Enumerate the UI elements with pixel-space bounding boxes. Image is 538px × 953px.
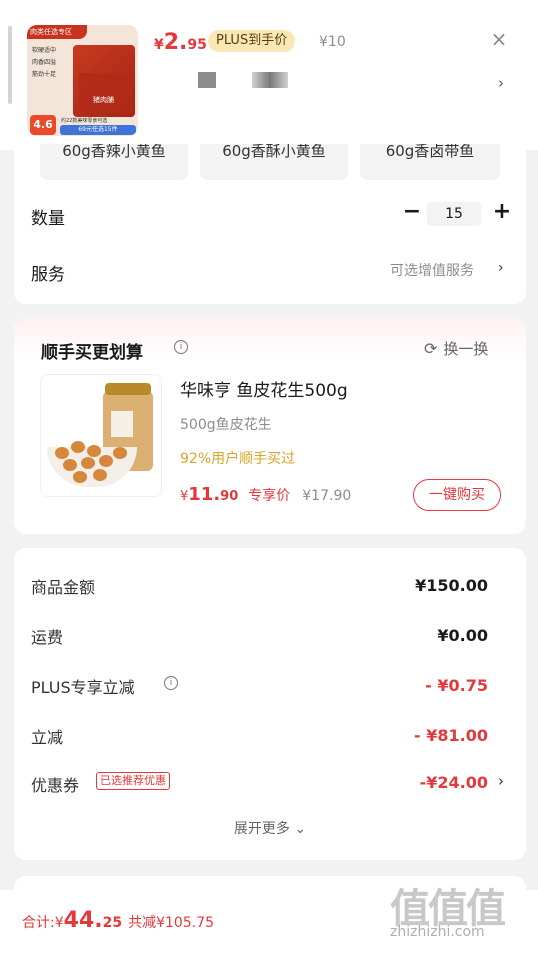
instant-discount-value: - ¥81.00 bbox=[414, 726, 488, 745]
thumb-rating: 4.6 bbox=[30, 115, 56, 135]
nut-shape bbox=[99, 455, 113, 467]
quantity-increase-button[interactable]: + bbox=[492, 201, 512, 223]
total-amount: 合计: ¥ 44. 25 共减¥105.75 bbox=[22, 908, 214, 933]
refresh-button[interactable]: ⟳ 换一换 bbox=[424, 338, 488, 359]
thumb-check-2: 肉香四溢 bbox=[32, 59, 57, 66]
bundle-price-decimal: 90 bbox=[220, 489, 239, 504]
thumb-tag: 69元任选15件 bbox=[60, 125, 136, 135]
chevron-right-icon[interactable]: › bbox=[498, 260, 504, 276]
nut-shape bbox=[81, 457, 95, 469]
jar-label-shape bbox=[111, 411, 133, 437]
thumb-banner-text: 肉类任选专区 bbox=[30, 28, 72, 36]
quantity-decrease-button[interactable]: − bbox=[402, 201, 422, 223]
thumb-check-1: 软硬适中 bbox=[32, 47, 57, 54]
info-icon[interactable]: i bbox=[174, 340, 188, 354]
bundle-price-integer: 11. bbox=[188, 484, 221, 505]
nut-shape bbox=[87, 445, 101, 457]
watermark-url: zhizhizhi.com bbox=[390, 924, 485, 940]
plus-price-tag: PLUS到手价 bbox=[208, 30, 296, 52]
bundle-product-image[interactable] bbox=[40, 374, 162, 497]
instant-discount-label: 立减 bbox=[31, 728, 64, 747]
coupon-label: 优惠券 bbox=[31, 776, 80, 795]
thumb-check-3: 筋劲十足 bbox=[32, 71, 57, 78]
bundle-price-label: 专享价 bbox=[248, 488, 291, 504]
nut-shape bbox=[63, 459, 77, 471]
nut-shape bbox=[71, 441, 85, 453]
total-decimal: 25 bbox=[102, 915, 123, 931]
thumb-banner: 肉类任选专区 bbox=[27, 25, 87, 39]
plus-discount-value: - ¥0.75 bbox=[425, 676, 488, 695]
total-integer: 44. bbox=[63, 908, 103, 933]
close-icon[interactable]: × bbox=[488, 28, 510, 50]
bundle-card: 顺手买更划算 i ⟳ 换一换 华味亨 鱼皮花生500g 500g鱼皮花生 92%… bbox=[14, 318, 526, 534]
plus-discount-label: PLUS专享立减 bbox=[31, 678, 135, 697]
nut-shape bbox=[55, 447, 69, 459]
service-label: 服务 bbox=[31, 265, 65, 285]
coupon-badge: 已选推荐优惠 bbox=[96, 772, 170, 790]
service-value[interactable]: 可选增值服务 bbox=[390, 260, 474, 280]
jar-lid-shape bbox=[105, 383, 151, 395]
spec-option[interactable]: 60g香卤带鱼 bbox=[360, 144, 500, 180]
plus-price: ¥ 2. 95 bbox=[154, 30, 207, 55]
shipping-value: ¥0.00 bbox=[437, 626, 488, 645]
bundle-original-price: ¥17.90 bbox=[302, 488, 352, 504]
product-thumbnail[interactable]: 肉类任选专区 软硬适中 肉香四溢 筋劲十足 猪肉脯 约22款美味零食可选 4.6… bbox=[27, 25, 138, 136]
order-page: 肉类任选专区 软硬适中 肉香四溢 筋劲十足 猪肉脯 约22款美味零食可选 4.6… bbox=[0, 0, 538, 953]
blurred-spec-block-2 bbox=[252, 72, 288, 88]
nut-shape bbox=[93, 469, 107, 481]
bundle-product-name[interactable]: 华味亨 鱼皮花生500g bbox=[180, 376, 348, 401]
scroll-indicator[interactable] bbox=[8, 26, 12, 104]
bundle-purchase-stat: 92%用户顺手买过 bbox=[180, 451, 296, 467]
bundle-product-spec: 500g鱼皮花生 bbox=[180, 417, 272, 433]
price-currency: ¥ bbox=[154, 37, 164, 53]
bundle-price-currency: ¥ bbox=[180, 489, 189, 504]
quantity-label: 数量 bbox=[31, 209, 65, 229]
subtotal-label: 商品金额 bbox=[31, 578, 96, 597]
price-decimal: 95 bbox=[187, 37, 207, 53]
chevron-right-icon[interactable]: › bbox=[498, 772, 504, 790]
thumb-brand: 猪肉脯 bbox=[93, 96, 114, 104]
amount-card: 商品金额 ¥150.00 运费 ¥0.00 PLUS专享立减 i - ¥0.75… bbox=[14, 548, 526, 860]
price-integer: 2. bbox=[163, 30, 188, 55]
bundle-price: ¥ 11. 90 专享价 ¥17.90 bbox=[180, 484, 351, 505]
spec-option[interactable]: 60g香酥小黄鱼 bbox=[200, 144, 348, 180]
blurred-spec-block bbox=[198, 72, 216, 88]
thumb-line: 约22款美味零食可选 bbox=[61, 118, 108, 124]
thumb-meat-image-2 bbox=[79, 73, 133, 113]
total-label: 合计: bbox=[22, 915, 55, 931]
one-click-buy-button[interactable]: 一键购买 bbox=[413, 479, 501, 511]
subtotal-value: ¥150.00 bbox=[415, 576, 488, 595]
chevron-right-icon[interactable]: › bbox=[498, 74, 504, 92]
coupon-value[interactable]: -¥24.00 bbox=[420, 773, 488, 792]
expand-more-button[interactable]: 展开更多 ⌄ bbox=[14, 818, 526, 838]
refresh-label: 换一换 bbox=[443, 340, 489, 358]
spec-option[interactable]: 60g香辣小黄鱼 bbox=[40, 144, 188, 180]
refresh-icon: ⟳ bbox=[424, 339, 438, 358]
shipping-label: 运费 bbox=[31, 628, 64, 647]
product-summary-bar: 肉类任选专区 软硬适中 肉香四溢 筋劲十足 猪肉脯 约22款美味零食可选 4.6… bbox=[0, 0, 538, 150]
options-card: 60g香辣小黄鱼 60g香酥小黄鱼 60g香卤带鱼 数量 − 15 + 服务 可… bbox=[14, 144, 526, 304]
total-saving: 共减¥105.75 bbox=[128, 915, 215, 931]
nut-shape bbox=[73, 471, 87, 483]
quantity-input[interactable]: 15 bbox=[427, 202, 481, 226]
total-currency: ¥ bbox=[54, 915, 64, 931]
site-watermark: 值值值 zhizhizhi.com bbox=[382, 876, 530, 946]
info-icon[interactable]: i bbox=[164, 676, 178, 690]
nut-shape bbox=[113, 447, 127, 459]
bundle-title: 顺手买更划算 bbox=[41, 343, 143, 363]
original-price: ¥10 bbox=[319, 34, 346, 50]
